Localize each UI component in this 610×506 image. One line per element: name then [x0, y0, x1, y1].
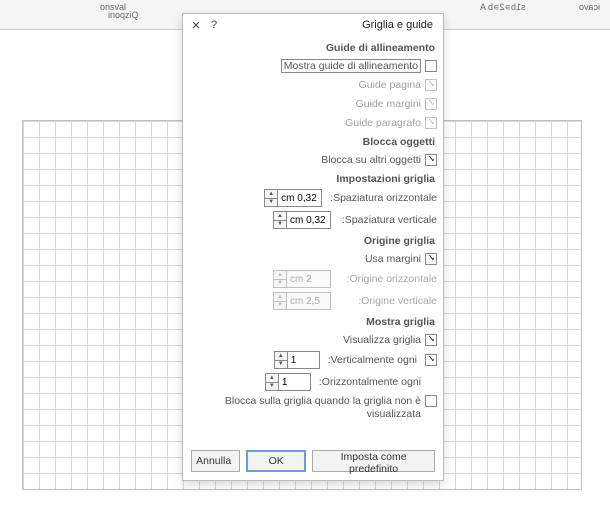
- input-vertical-spacing[interactable]: [287, 211, 331, 229]
- spin-up-icon: ▲: [274, 271, 286, 280]
- spinner-horizontal-origin: ▲▼: [273, 270, 331, 288]
- input-vertical-origin: [287, 292, 331, 310]
- dialog-title: Griglia e guide: [356, 19, 439, 31]
- spin-down-icon: ▼: [274, 302, 286, 310]
- section-lock-objects: Blocca oggetti: [189, 136, 437, 148]
- label-horizontal-origin: Origine orizzontale:: [339, 273, 437, 285]
- checkbox-page-guides: [425, 79, 437, 91]
- label-horizontally-every: Orizzontalmente ogni:: [319, 376, 437, 388]
- row-use-margins: Usa margini: [189, 249, 437, 268]
- section-show-grid: Mostra griglia: [189, 316, 437, 328]
- checkbox-visualize-grid[interactable]: [425, 334, 437, 346]
- label-margin-guides: Guide margini: [356, 98, 421, 110]
- row-lock-on-grid-not-visible: Blocca sulla griglia quando la griglia n…: [189, 395, 437, 420]
- help-button[interactable]: ?: [205, 16, 223, 34]
- label-visualize-grid: Visualizza griglia: [343, 334, 421, 346]
- ribbon-text: inoqziQ: [108, 10, 139, 20]
- spin-up-icon[interactable]: ▲: [266, 374, 278, 383]
- spin-up-icon: ▲: [274, 293, 286, 302]
- spin-up-icon[interactable]: ▲: [274, 212, 286, 221]
- label-paragraph-guides: Guide paragrafo: [345, 117, 421, 129]
- label-vertically-every: Verticalmente ogni:: [328, 354, 417, 366]
- section-alignment-guides: Guide di allineamento: [189, 42, 437, 54]
- spinner-vertically-every[interactable]: ▲▼: [274, 351, 320, 369]
- label-lock-on-grid-not-visible: Blocca sulla griglia quando la griglia n…: [189, 395, 421, 420]
- label-use-margins: Usa margini: [365, 253, 421, 265]
- row-vertically-every: Verticalmente ogni: ▲▼: [189, 349, 437, 371]
- label-show-alignment-guides: Mostra guide di allineamento: [281, 59, 421, 73]
- section-grid-settings: Impostazioni griglia: [189, 173, 437, 185]
- dialog-titlebar: Griglia e guide ? ✕: [183, 14, 443, 36]
- ok-button[interactable]: OK: [246, 450, 306, 472]
- section-grid-origin: Origine griglia: [189, 235, 437, 247]
- close-button[interactable]: ✕: [187, 16, 205, 34]
- spinner-vertical-spacing[interactable]: ▲▼: [273, 211, 331, 229]
- row-horizontal-origin: Origine orizzontale: ▲▼: [189, 268, 437, 290]
- input-horizontal-spacing[interactable]: [278, 189, 322, 207]
- checkbox-lock-on-grid-not-visible[interactable]: [425, 395, 437, 407]
- row-vertical-origin: Origine verticale: ▲▼: [189, 290, 437, 312]
- row-visualize-grid: Visualizza griglia: [189, 330, 437, 349]
- checkbox-show-alignment-guides[interactable]: [425, 60, 437, 72]
- checkbox-use-margins[interactable]: [425, 253, 437, 265]
- spinner-vertical-origin: ▲▼: [273, 292, 331, 310]
- dialog-body: Guide di allineamento Mostra guide di al…: [183, 36, 443, 442]
- label-vertical-spacing: Spaziatura verticale:: [339, 214, 437, 226]
- label-horizontal-spacing: Spaziatura orizzontale:: [330, 192, 437, 204]
- row-horizontally-every: Orizzontalmente ogni: ▲▼: [189, 371, 437, 393]
- spin-up-icon[interactable]: ▲: [265, 190, 277, 199]
- spinner-horizontal-spacing[interactable]: ▲▼: [264, 189, 322, 207]
- set-default-button[interactable]: Imposta come predefinito: [312, 450, 435, 472]
- row-page-guides: Guide pagina: [189, 75, 437, 94]
- cancel-button[interactable]: Annulla: [191, 450, 240, 472]
- spin-up-icon[interactable]: ▲: [275, 352, 287, 361]
- spin-down-icon[interactable]: ▼: [266, 383, 278, 391]
- row-vertical-spacing: Spaziatura verticale: ▲▼: [189, 209, 437, 231]
- input-vertically-every[interactable]: [288, 351, 320, 369]
- spin-down-icon[interactable]: ▼: [274, 221, 286, 229]
- row-show-alignment-guides: Mostra guide di allineamento: [189, 56, 437, 75]
- ribbon-text: icavo: [579, 2, 600, 12]
- row-lock-on-other-objects: Blocca su altri oggetti: [189, 150, 437, 169]
- row-margin-guides: Guide margini: [189, 94, 437, 113]
- spin-down-icon[interactable]: ▼: [275, 361, 287, 369]
- checkbox-margin-guides: [425, 98, 437, 110]
- label-page-guides: Guide pagina: [359, 79, 421, 91]
- grid-and-guides-dialog: Griglia e guide ? ✕ Guide di allineament…: [182, 13, 444, 481]
- row-paragraph-guides: Guide paragrafo: [189, 113, 437, 132]
- checkbox-vertically-every[interactable]: [425, 354, 437, 366]
- input-horizontally-every[interactable]: [279, 373, 311, 391]
- ribbon-text: s1b∍2∍b A: [480, 2, 525, 13]
- checkbox-paragraph-guides: [425, 117, 437, 129]
- spinner-horizontally-every[interactable]: ▲▼: [265, 373, 311, 391]
- spin-down-icon[interactable]: ▼: [265, 199, 277, 207]
- spin-down-icon: ▼: [274, 280, 286, 288]
- label-lock-on-other-objects: Blocca su altri oggetti: [321, 154, 421, 166]
- row-horizontal-spacing: Spaziatura orizzontale: ▲▼: [189, 187, 437, 209]
- label-vertical-origin: Origine verticale:: [339, 295, 437, 307]
- dialog-footer: Imposta come predefinito OK Annulla: [183, 442, 443, 480]
- checkbox-lock-on-other-objects[interactable]: [425, 154, 437, 166]
- input-horizontal-origin: [287, 270, 331, 288]
